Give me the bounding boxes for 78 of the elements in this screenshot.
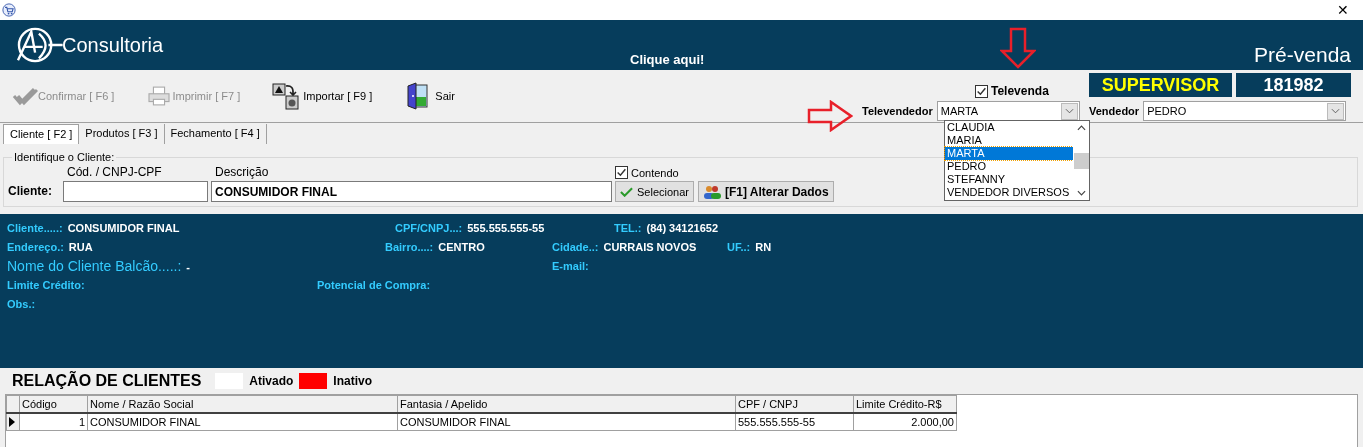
click-here-link[interactable]: Clique aqui! bbox=[630, 52, 1030, 67]
field-label: Cliente.....: bbox=[7, 221, 63, 234]
legend-label: Ativado bbox=[249, 373, 294, 388]
description-label: Descrição bbox=[214, 165, 270, 179]
checkmark-icon bbox=[976, 85, 987, 97]
field-value: CENTRO bbox=[438, 240, 485, 253]
vendedor-dropdown[interactable]: PEDRO bbox=[1143, 101, 1347, 121]
field-value: - bbox=[186, 260, 190, 273]
field-label: Endereço.: bbox=[7, 240, 64, 253]
dropdown-option[interactable]: CLAUDIA bbox=[945, 121, 1073, 134]
column-header[interactable]: Fantasia / Apelido bbox=[397, 395, 736, 413]
code-label: Cód. / CNPJ-CPF bbox=[66, 165, 163, 179]
chevron-down-icon bbox=[1064, 108, 1074, 114]
field-label: CPF/CNPJ...: bbox=[395, 221, 463, 234]
tab[interactable]: Fechamento [ F4 ] bbox=[164, 124, 267, 144]
field-label: Potencial de Compra: bbox=[317, 278, 431, 291]
field-label: E-mail: bbox=[552, 259, 589, 272]
field-value: 555.555.555-55 bbox=[467, 221, 545, 234]
chevron-up-icon[interactable] bbox=[1076, 125, 1086, 131]
field-value: RN bbox=[755, 240, 772, 253]
user-role: SUPERVISOR bbox=[1089, 73, 1232, 97]
vendedor-label: Vendedor bbox=[1089, 105, 1140, 117]
screen-title: Pré-venda bbox=[1254, 43, 1351, 67]
column-header[interactable]: CPF / CNPJ bbox=[735, 395, 854, 413]
table-cell: 2.000,00 bbox=[853, 413, 957, 431]
checkmark-icon bbox=[616, 167, 627, 178]
field-label: Bairro....: bbox=[385, 240, 434, 253]
people-icon bbox=[703, 184, 721, 199]
import-button[interactable]: Importar [ F9 ] bbox=[272, 82, 373, 110]
televendedor-dropdown[interactable]: MARTA bbox=[936, 101, 1080, 121]
description-field[interactable]: CONSUMIDOR FINAL bbox=[211, 181, 612, 202]
tab[interactable]: Cliente [ F2 ] bbox=[3, 124, 80, 144]
printer-icon bbox=[146, 86, 173, 106]
table-cell: CONSUMIDOR FINAL bbox=[397, 413, 736, 431]
cart-icon bbox=[2, 3, 16, 17]
dropdown-option[interactable]: MARTA bbox=[945, 147, 1073, 160]
user-code: 181982 bbox=[1236, 73, 1351, 97]
dropdown-option[interactable]: VENDEDOR DIVERSOS bbox=[945, 186, 1073, 199]
column-header[interactable]: Nome / Razão Social bbox=[87, 395, 398, 413]
exit-button[interactable]: Sair bbox=[404, 82, 455, 110]
checkmark-icon bbox=[620, 186, 633, 197]
edit-data-button[interactable]: [F1] Alterar Dados bbox=[698, 181, 834, 202]
field-value: RUA bbox=[68, 240, 93, 253]
section-title: RELAÇÃO DE CLIENTES bbox=[12, 371, 202, 390]
checkmark-icon bbox=[12, 86, 38, 106]
field-label: Cidade..: bbox=[552, 240, 599, 253]
column-header[interactable]: Limite Crédito-R$ bbox=[853, 395, 957, 413]
table-cell: 555.555.555-55 bbox=[735, 413, 854, 431]
field-label: Obs.: bbox=[7, 297, 36, 310]
scrollbar-thumb[interactable] bbox=[1073, 152, 1089, 169]
code-field[interactable] bbox=[63, 181, 208, 202]
field-value: CURRAIS NOVOS bbox=[603, 240, 697, 253]
field-label: TEL.: bbox=[614, 221, 642, 234]
table-cell: 1 bbox=[19, 413, 88, 431]
field-label: Nome do Cliente Balcão.....: bbox=[7, 257, 182, 274]
documents-icon bbox=[272, 82, 301, 110]
tab[interactable]: Produtos [ F3 ] bbox=[79, 124, 165, 144]
column-header[interactable]: Código bbox=[19, 395, 88, 413]
brand-name: Consultoria bbox=[62, 33, 164, 57]
table-cell: CONSUMIDOR FINAL bbox=[87, 413, 398, 431]
dropdown-option[interactable]: PEDRO bbox=[945, 160, 1073, 173]
group-label: Identifique o Cliente: bbox=[13, 151, 116, 163]
select-button[interactable]: Selecionar bbox=[615, 181, 694, 202]
right-arrow bbox=[807, 100, 853, 132]
dropdown-option[interactable]: STEFANNY bbox=[945, 173, 1073, 186]
televendedor-label: Televendedor bbox=[862, 105, 933, 117]
field-label: Limite Crédito: bbox=[7, 278, 85, 291]
field-value: (84) 34121652 bbox=[646, 221, 719, 234]
legend-label: Inativo bbox=[333, 373, 373, 388]
televenda-checkbox[interactable]: Televenda bbox=[975, 84, 1049, 98]
dropdown-option[interactable]: MARIA bbox=[945, 134, 1073, 147]
field-value: CONSUMIDOR FINAL bbox=[67, 221, 180, 234]
down-arrow bbox=[1000, 27, 1036, 69]
field-label: UF..: bbox=[727, 240, 751, 253]
close-button[interactable]: ✕ bbox=[1337, 2, 1349, 18]
chevron-down-icon bbox=[1331, 108, 1341, 114]
client-label: Cliente: bbox=[8, 183, 53, 198]
chevron-down-icon[interactable] bbox=[1076, 190, 1086, 196]
